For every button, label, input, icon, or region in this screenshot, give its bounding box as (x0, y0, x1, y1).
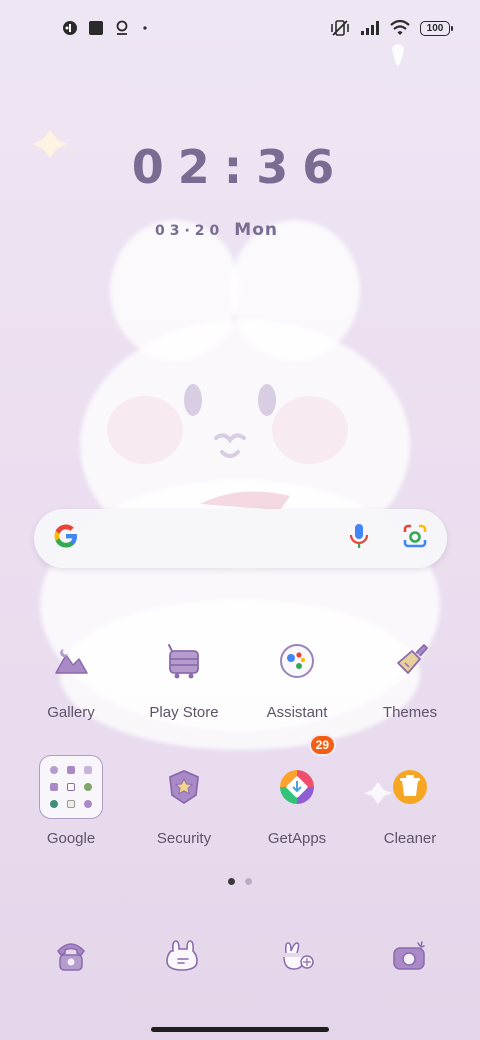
app-label: Cleaner (383, 830, 437, 847)
microphone-icon[interactable] (347, 522, 371, 555)
google-logo-icon (52, 522, 80, 555)
date-digits: 03·20 (155, 223, 225, 239)
dock-browser-icon[interactable] (277, 936, 317, 976)
square-icon (88, 20, 104, 36)
gallery-icon (36, 626, 106, 696)
app-label: Gallery (47, 704, 95, 721)
security-shield-icon (149, 752, 219, 822)
getapps-icon: 29 (262, 734, 336, 822)
app-getapps[interactable]: 29 GetApps (237, 734, 357, 847)
google-search-bar[interactable] (34, 509, 447, 568)
weekday: Mon (234, 220, 278, 240)
dock-messages-icon[interactable] (163, 936, 203, 976)
dock-camera-icon[interactable] (389, 936, 429, 976)
folder-icon (36, 752, 106, 822)
dock-phone-icon[interactable] (51, 936, 91, 976)
app-security[interactable]: Security (124, 752, 244, 847)
signal-icon (360, 20, 380, 36)
status-bar: 100 (0, 0, 480, 56)
app-label: Assistant (266, 704, 328, 721)
vibrate-off-icon (330, 19, 350, 37)
play-store-icon (149, 626, 219, 696)
wifi-icon (390, 20, 410, 36)
date-display: 03·20 Mon (155, 220, 278, 240)
battery-indicator: 100 (420, 20, 453, 36)
app-play-store[interactable]: Play Store (124, 626, 244, 721)
page-indicator (228, 878, 252, 885)
assistant-icon (114, 20, 130, 36)
app-label: GetApps (267, 830, 327, 847)
notification-badge: 29 (308, 734, 336, 756)
google-lens-icon[interactable] (401, 522, 429, 555)
app-label: Google (46, 830, 96, 847)
app-gallery[interactable]: Gallery (11, 626, 131, 721)
home-gesture-bar[interactable] (151, 1027, 329, 1032)
assistant-icon (262, 626, 332, 696)
folder-google[interactable]: Google (11, 752, 131, 847)
lockscreen-clock: 02:36 (131, 140, 349, 194)
app-label: Play Store (149, 704, 219, 721)
app-label: Themes (382, 704, 438, 721)
app-themes[interactable]: Themes (350, 626, 470, 721)
app-cleaner[interactable]: Cleaner (350, 752, 470, 847)
page-dot-active[interactable] (228, 878, 235, 885)
page-dot[interactable] (245, 878, 252, 885)
app-label: Security (156, 830, 212, 847)
cleaner-icon (375, 752, 445, 822)
themes-icon (375, 626, 445, 696)
mi-icon (62, 20, 78, 36)
app-assistant[interactable]: Assistant (237, 626, 357, 721)
dot-icon (140, 23, 150, 33)
